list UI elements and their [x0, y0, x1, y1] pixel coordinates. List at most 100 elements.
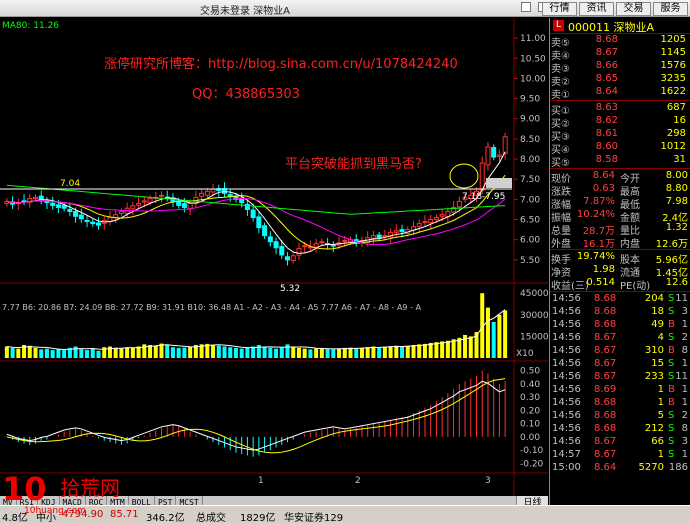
volume-bar	[233, 347, 238, 358]
volume-bar	[228, 347, 233, 358]
candle-body	[67, 208, 73, 212]
range-label: 7.18-7.95	[462, 192, 505, 202]
stat-row: 现价 8.64 今开 8.00	[550, 170, 690, 185]
volume-bar	[394, 345, 399, 358]
kline-chart[interactable]: 11.0010.5010.009.509.008.508.007.507.006…	[0, 18, 548, 496]
candle-body	[296, 248, 302, 256]
title-bar: 交易未登录 深物业A 行情 资讯 交易 服务	[0, 0, 690, 17]
volume-bar	[176, 347, 181, 358]
tick-price: 8.67	[594, 371, 617, 382]
buy-order-row: 买② 8.62 16	[550, 115, 690, 130]
button-fuwu[interactable]: 服务	[653, 2, 688, 16]
candle-body	[204, 190, 210, 196]
tick-time: 15:00	[552, 462, 581, 473]
tick-row: 14:56 8.68 212 S 8	[550, 423, 690, 436]
tick-time: 14:56	[552, 345, 581, 356]
volume-bar	[365, 347, 370, 358]
tick-time: 14:56	[552, 358, 581, 369]
candle-body	[267, 236, 273, 243]
order-price: 8.58	[595, 154, 618, 165]
sell-order-row: 卖② 8.65 3235	[550, 73, 690, 88]
stat-value: 8.64	[592, 170, 615, 181]
candle-body	[181, 203, 187, 208]
buy-order-row: 买⑤ 8.58 31	[550, 154, 690, 169]
volume-bar	[359, 347, 364, 358]
tick-count: 8	[681, 423, 688, 434]
kline-chart-area[interactable]: 11.00 10.50 10.00 9.50 9.00 8.50 8.00 7.50 7.00 6…	[0, 18, 548, 510]
tick-time: 14:56	[552, 371, 581, 382]
candle-body	[73, 210, 79, 217]
volume-bar	[130, 347, 135, 358]
tick-volume: 5	[657, 410, 664, 421]
stat-value: 7.98	[665, 196, 688, 207]
watermark-number: 10	[2, 470, 47, 508]
tick-row: 14:56 8.68 18 S 3	[550, 306, 690, 319]
order-price: 8.67	[595, 47, 618, 58]
volume-bar	[445, 340, 450, 358]
candle-body	[382, 235, 388, 238]
volume-bar	[296, 347, 301, 358]
tick-time: 14:56	[552, 332, 581, 343]
left-price-label: 7.04	[60, 179, 80, 189]
candle-body	[313, 243, 319, 248]
candle-body	[55, 204, 61, 208]
volume-bar	[405, 345, 410, 358]
top-buttons: 行情 资讯 交易 服务	[540, 1, 688, 16]
order-volume: 1622	[660, 86, 686, 97]
order-price: 8.62	[595, 115, 618, 126]
button-jiaoyi[interactable]: 交易	[616, 2, 651, 16]
volume-bar	[308, 349, 313, 358]
volume-bar	[400, 346, 405, 358]
volume-bar	[279, 347, 284, 358]
volume-bar	[85, 350, 90, 358]
tick-price: 8.67	[594, 358, 617, 369]
tick-price: 8.68	[594, 410, 617, 421]
tick-count: 3	[681, 306, 688, 317]
price-tick-label: 8.00	[520, 155, 540, 165]
stat-label: 内盘	[620, 239, 640, 250]
candle-body	[90, 221, 96, 225]
volume-bar	[302, 348, 307, 358]
tick-count: 11	[675, 371, 688, 382]
volume-bar	[119, 348, 124, 358]
tick-side: S	[668, 332, 675, 343]
tick-count: 1	[681, 449, 688, 460]
stat-label: 外盘	[551, 239, 571, 250]
stat-value: 12.6万	[655, 239, 688, 250]
tick-side: S	[668, 371, 675, 382]
qq-annotation: QQ：438865303	[192, 87, 300, 102]
minimize-icon[interactable]	[521, 2, 531, 12]
stat-row: 净资 1.98 流通 1.45亿	[550, 264, 690, 279]
volume-bar	[377, 347, 382, 358]
candle-body	[370, 235, 376, 239]
volume-bar	[188, 346, 193, 358]
candle-body	[502, 136, 508, 154]
tick-side: B	[668, 319, 675, 330]
volume-bar	[39, 349, 44, 358]
macd-tick-label: 0.40	[520, 380, 540, 390]
volume-bar	[411, 345, 416, 358]
candle-body	[210, 188, 216, 193]
tick-price: 8.67	[594, 449, 617, 460]
order-price: 8.60	[595, 141, 618, 152]
level-icon: L	[553, 20, 564, 31]
tick-count: 1	[681, 358, 688, 369]
macd-x-tick: 3	[485, 476, 491, 486]
order-price: 8.66	[595, 60, 618, 71]
order-volume: 1145	[660, 47, 686, 58]
candle-body	[95, 222, 102, 226]
volume-bar	[262, 347, 267, 358]
price-tick-label: 5.50	[520, 256, 540, 266]
tick-count: 8	[681, 345, 688, 356]
candle-body	[485, 146, 491, 166]
volume-bar	[371, 346, 376, 358]
button-hangqing[interactable]: 行情	[542, 2, 577, 16]
tick-count: 1	[681, 384, 688, 395]
price-tick-label: 8.50	[520, 135, 540, 145]
buy-orders: 买① 8.63 687 买② 8.62 16 买③ 8.61 298 买④ 8.60 1012 买⑤ 8.…	[550, 102, 690, 169]
button-zixun[interactable]: 资讯	[579, 2, 614, 16]
stat-row: 总量 28.7万 量比 1.32	[550, 222, 690, 237]
candle-body	[78, 214, 84, 220]
tick-volume: 212	[644, 423, 664, 434]
candle-body	[227, 194, 233, 197]
